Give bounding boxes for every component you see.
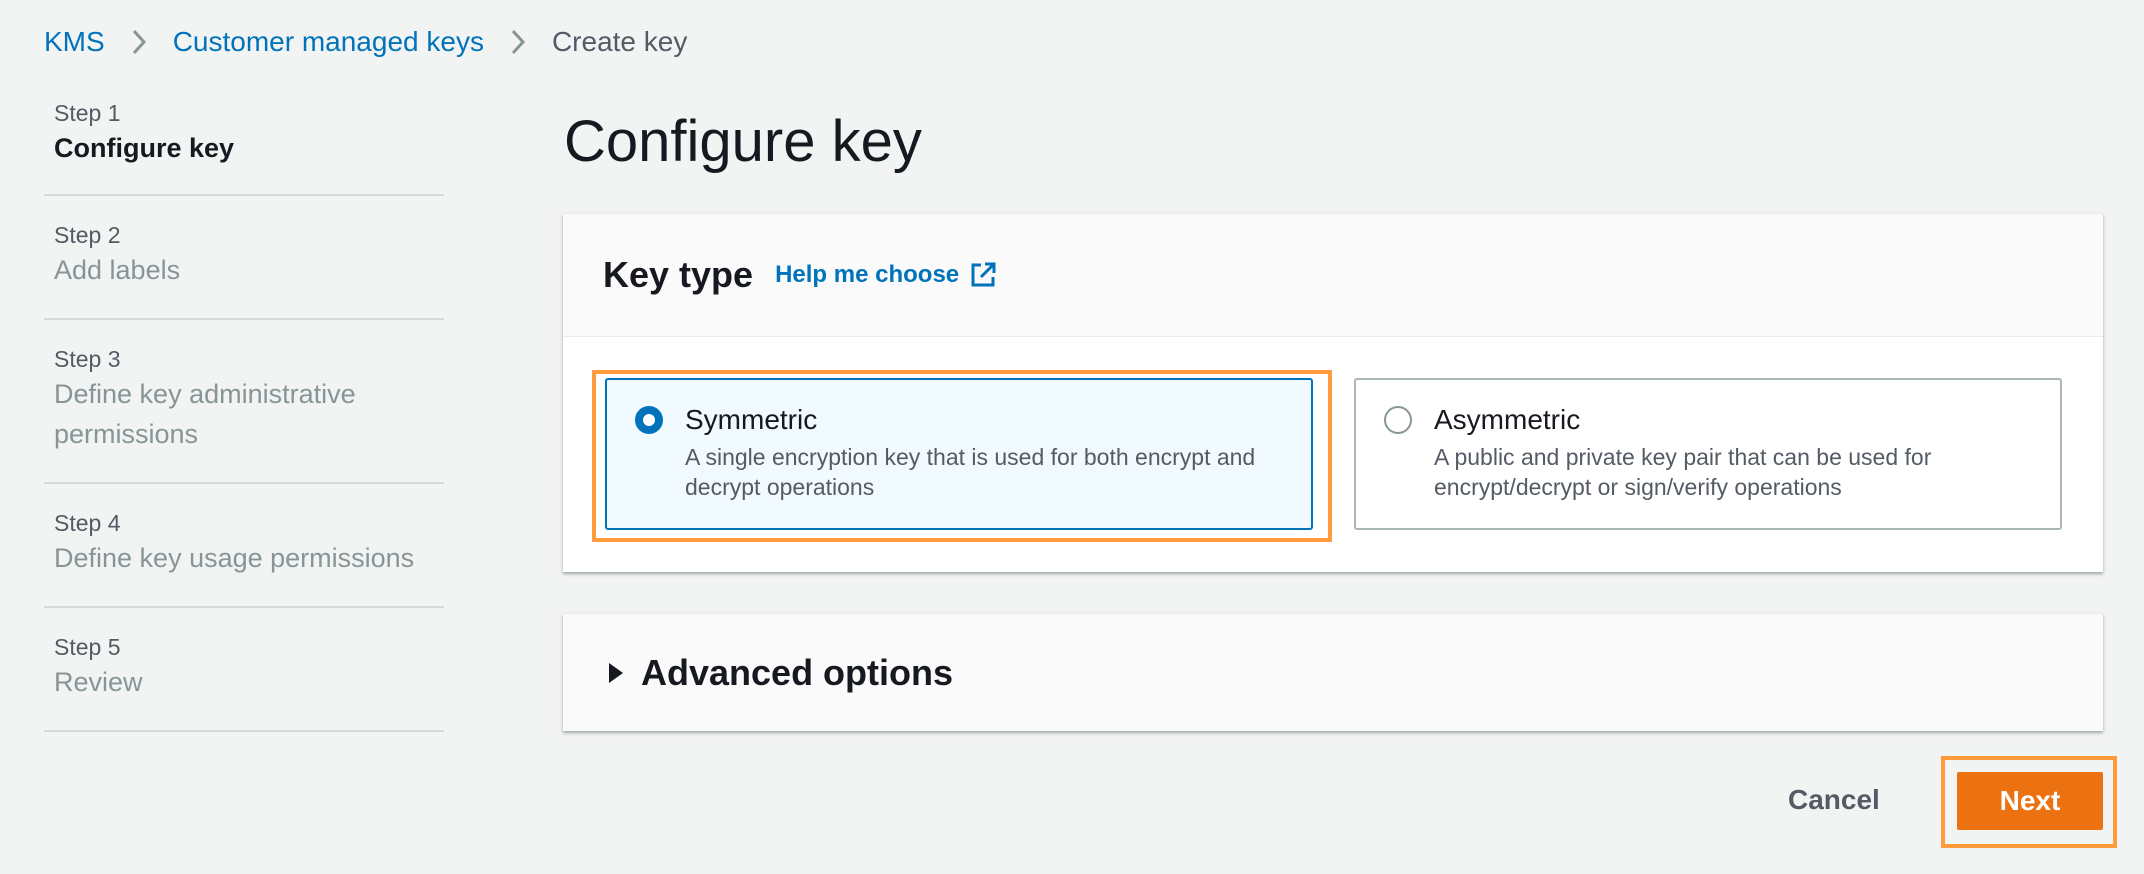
symmetric-option[interactable]: Symmetric A single encryption key that i… [605, 378, 1313, 530]
breadcrumb-customer-managed-keys[interactable]: Customer managed keys [173, 22, 484, 62]
help-me-choose-link[interactable]: Help me choose [775, 261, 997, 289]
breadcrumb-kms[interactable]: KMS [44, 22, 105, 62]
step-number: Step 3 [54, 346, 121, 372]
wizard-steps: Step 1 Configure key Step 2 Add labels S… [44, 92, 444, 732]
step-number: Step 4 [54, 510, 121, 536]
step-label: Configure key [54, 133, 235, 163]
external-link-icon [969, 261, 997, 289]
step-label: Define key administrative permissions [54, 379, 356, 449]
key-type-header: Key type Help me choose [563, 214, 2103, 337]
step-3: Step 3 Define key administrative permiss… [44, 320, 444, 484]
advanced-options-label: Advanced options [641, 651, 954, 693]
key-type-panel: Key type Help me choose Symmetric A sing… [563, 213, 2103, 572]
chevron-right-icon [131, 28, 147, 56]
asymmetric-title: Asymmetric [1434, 404, 1581, 435]
breadcrumb: KMS Customer managed keys Create key [44, 22, 687, 62]
step-number: Step 1 [54, 100, 121, 126]
step-1: Step 1 Configure key [44, 92, 444, 196]
step-number: Step 2 [54, 222, 121, 248]
next-button[interactable]: Next [1957, 772, 2103, 830]
chevron-right-icon [510, 28, 526, 56]
step-2: Step 2 Add labels [44, 196, 444, 320]
help-link-label: Help me choose [775, 261, 960, 288]
step-4: Step 4 Define key usage permissions [44, 484, 444, 608]
cancel-button[interactable]: Cancel [1788, 780, 1880, 820]
step-label: Define key usage permissions [54, 543, 415, 573]
step-number: Step 5 [54, 634, 121, 660]
symmetric-description: A single encryption key that is used for… [685, 444, 1256, 500]
step-label: Review [54, 667, 143, 697]
page-title: Configure key [564, 109, 922, 174]
caret-right-icon [607, 661, 625, 685]
breadcrumb-create-key: Create key [551, 26, 688, 57]
symmetric-radio[interactable] [635, 406, 663, 434]
advanced-options-expander[interactable]: Advanced options [563, 613, 2103, 731]
step-label: Add labels [54, 255, 181, 285]
step-5: Step 5 Review [44, 608, 444, 732]
symmetric-title: Symmetric [685, 404, 818, 435]
asymmetric-radio[interactable] [1384, 406, 1412, 434]
key-type-title: Key type [603, 254, 754, 295]
create-key-page: KMS Customer managed keys Create key Ste… [0, 0, 2144, 874]
asymmetric-description: A public and private key pair that can b… [1434, 444, 1932, 500]
asymmetric-option[interactable]: Asymmetric A public and private key pair… [1354, 378, 2062, 530]
